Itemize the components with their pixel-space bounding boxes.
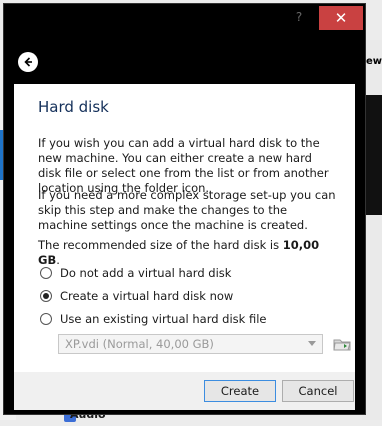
create-button[interactable]: Create (204, 380, 276, 402)
radio-button[interactable] (40, 313, 52, 325)
folder-icon[interactable] (332, 334, 352, 354)
page-title: Hard disk (38, 98, 109, 116)
cancel-button[interactable]: Cancel (282, 380, 354, 402)
description-text: If you wish you can add a virtual hard d… (38, 136, 329, 195)
option-label: Use an existing virtual hard disk file (60, 312, 267, 326)
option-existing-disk[interactable]: Use an existing virtual hard disk file (40, 312, 267, 326)
radio-button[interactable] (40, 267, 52, 279)
hard-disk-dialog: ? ✕ Hard disk If you wish you can add a … (3, 3, 366, 415)
select-value: XP.vdi (Normal, 40,00 GB) (65, 337, 214, 351)
dialog-footer: Create Cancel (14, 372, 355, 410)
close-button[interactable]: ✕ (319, 6, 363, 30)
recommended-size-prefix: The recommended size of the hard disk is (38, 238, 283, 252)
existing-disk-select[interactable]: XP.vdi (Normal, 40,00 GB) (58, 334, 323, 354)
chevron-down-icon (308, 341, 316, 346)
title-bar: ? ✕ (4, 4, 365, 34)
arrow-left-icon (24, 57, 32, 67)
option-label: Create a virtual hard disk now (60, 289, 234, 303)
help-button[interactable]: ? (289, 10, 309, 24)
radio-button-selected[interactable] (40, 290, 52, 302)
recommended-size-text: The recommended size of the hard disk is… (38, 238, 338, 268)
advanced-note-text: If you need a more complex storage set-u… (38, 188, 336, 232)
option-create-disk[interactable]: Create a virtual hard disk now (40, 289, 233, 303)
back-button[interactable] (18, 52, 38, 72)
option-label: Do not add a virtual hard disk (60, 266, 232, 280)
recommended-size-suffix: . (56, 253, 60, 267)
content-panel: Hard disk If you wish you can add a virt… (14, 84, 355, 372)
option-no-disk[interactable]: Do not add a virtual hard disk (40, 266, 231, 280)
background-partial-text: ew (365, 56, 382, 67)
